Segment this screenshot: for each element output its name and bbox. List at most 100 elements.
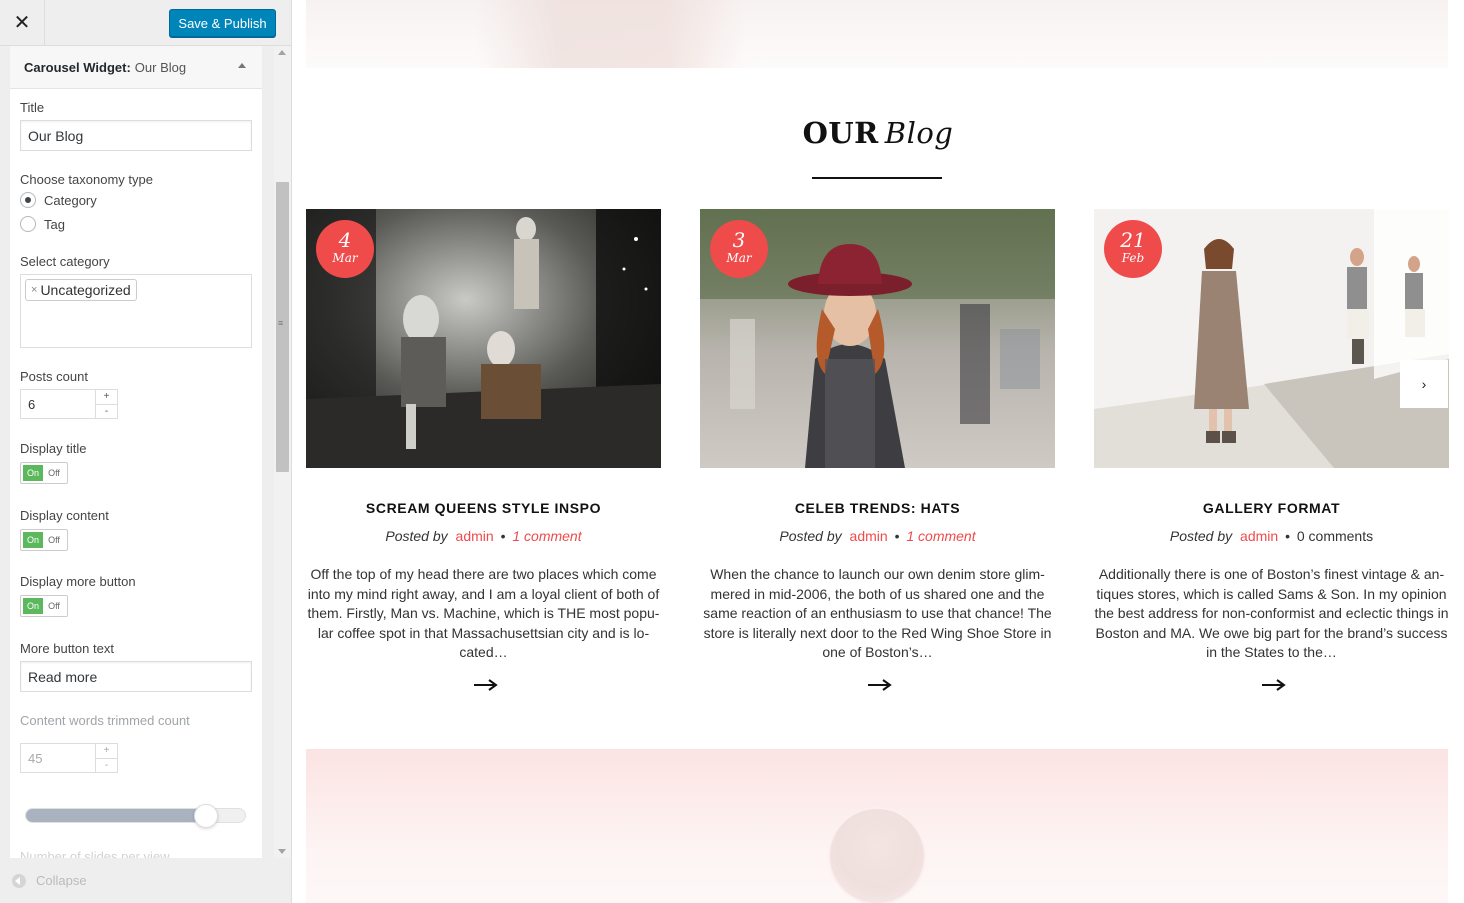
scroll-down-icon[interactable] <box>278 849 286 854</box>
section-title-bold: OUR <box>802 116 879 150</box>
more-text-input[interactable]: Read more <box>20 661 252 692</box>
decrement-button[interactable]: - <box>96 405 117 419</box>
toggle-off[interactable]: Off <box>43 532 65 548</box>
toggle-off[interactable]: Off <box>43 598 65 614</box>
slides-label: Number of slides per view <box>20 849 170 858</box>
read-more-arrow-icon[interactable] <box>1262 678 1286 692</box>
post-thumbnail[interactable]: 4 Mar <box>306 209 661 468</box>
trim-count-input[interactable]: 45 <box>20 743 96 773</box>
date-month: Mar <box>726 251 752 265</box>
author-link[interactable]: admin <box>1240 528 1278 544</box>
scroll-up-icon[interactable] <box>278 50 286 55</box>
sidebar-scrollbar[interactable]: ≡ <box>274 46 291 858</box>
post-title[interactable]: CELEB TRENDS: HATS <box>700 500 1055 516</box>
display-content-toggle[interactable]: On Off <box>20 529 68 551</box>
meta-separator: • <box>500 528 506 544</box>
customizer-header: ✕ Save & Publish <box>0 0 291 46</box>
toggle-off[interactable]: Off <box>43 465 65 481</box>
customizer-sidebar: ✕ Save & Publish Carousel Widget: Our Bl… <box>0 0 292 903</box>
posts-count-label: Posts count <box>20 369 88 384</box>
carousel-next-button[interactable]: › <box>1400 360 1448 408</box>
site-preview: OUR Blog 4 Mar SCREAM QUEENS STYLE INSPO… <box>292 0 1464 903</box>
comments-link[interactable]: 1 comment <box>906 528 975 544</box>
category-group: Select category × Uncategorized <box>20 254 252 348</box>
slider-handle[interactable] <box>193 804 218 828</box>
title-label: Title <box>20 100 45 115</box>
display-title-toggle[interactable]: On Off <box>20 462 68 484</box>
read-more-arrow-icon[interactable] <box>868 678 892 692</box>
increment-button[interactable]: + <box>96 390 117 405</box>
radio-icon[interactable] <box>20 216 36 232</box>
more-text-label: More button text <box>20 641 114 656</box>
slides-group: Number of slides per view <box>20 849 252 858</box>
testimonial-section <box>306 749 1448 903</box>
save-publish-button[interactable]: Save & Publish <box>169 9 276 37</box>
taxonomy-label: Choose taxonomy type <box>20 172 153 187</box>
more-text-group: More button text Read more <box>20 641 252 692</box>
radio-tag[interactable]: Tag <box>20 213 252 235</box>
chevron-right-icon: › <box>1421 376 1427 392</box>
meta-separator: • <box>1285 528 1290 544</box>
category-chip[interactable]: × Uncategorized <box>25 279 137 301</box>
category-label: Select category <box>20 254 110 269</box>
post-excerpt: Additionally there is one of Boston’s fi… <box>1094 566 1449 660</box>
display-more-group: Display more button On Off <box>20 574 252 617</box>
radio-category-label: Category <box>44 192 97 208</box>
date-badge: 4 Mar <box>316 220 374 278</box>
date-month: Feb <box>1121 251 1145 265</box>
trim-count-slider[interactable] <box>25 804 246 828</box>
date-badge: 3 Mar <box>710 220 768 278</box>
decrement-button[interactable]: - <box>96 759 117 773</box>
toggle-on[interactable]: On <box>23 598 43 614</box>
post-meta: Posted by admin • 1 comment <box>306 528 661 544</box>
trim-count-label: Content words trimmed count <box>20 713 190 728</box>
close-icon[interactable]: ✕ <box>0 0 45 45</box>
trim-count-stepper: 45 + - <box>20 743 252 773</box>
comments-link[interactable]: 0 comments <box>1297 528 1373 544</box>
post-excerpt: When the chance to launch our own denim … <box>703 566 1052 660</box>
post-thumbnail[interactable]: 3 Mar <box>700 209 1055 468</box>
date-day: 21 <box>1120 228 1146 252</box>
post-excerpt: Off the top of my head there are two pla… <box>307 566 660 660</box>
taxonomy-group: Choose taxonomy type Category Tag <box>20 172 252 235</box>
author-link[interactable]: admin <box>850 528 888 544</box>
grip-icon: ≡ <box>278 318 284 328</box>
date-badge: 21 Feb <box>1104 220 1162 278</box>
increment-button[interactable]: + <box>96 744 117 759</box>
toggle-on[interactable]: On <box>23 532 43 548</box>
widget-subtitle: Our Blog <box>134 59 187 75</box>
post-title[interactable]: SCREAM QUEENS STYLE INSPO <box>306 500 661 516</box>
hero-image-strip <box>306 0 1448 68</box>
comments-link[interactable]: 1 comment <box>512 528 581 544</box>
category-select[interactable]: × Uncategorized <box>20 274 252 348</box>
display-title-label: Display title <box>20 441 87 456</box>
posted-by: Posted by <box>385 528 448 544</box>
display-title-group: Display title On Off <box>20 441 252 484</box>
radio-icon[interactable] <box>20 192 36 208</box>
post-meta: Posted by admin • 1 comment <box>700 528 1055 544</box>
date-day: 3 <box>732 228 746 252</box>
post-meta: Posted by admin • 0 comments <box>1094 528 1449 544</box>
posts-count-input[interactable]: 6 <box>20 389 96 419</box>
date-day: 4 <box>338 228 352 252</box>
title-input[interactable]: Our Blog <box>20 120 252 151</box>
date-month: Mar <box>332 251 358 265</box>
avatar <box>828 807 926 903</box>
slider-fill <box>26 809 206 822</box>
toggle-on[interactable]: On <box>23 465 43 481</box>
author-link[interactable]: admin <box>456 528 494 544</box>
radio-category[interactable]: Category <box>20 189 252 211</box>
post-title[interactable]: GALLERY FORMAT <box>1094 500 1449 516</box>
collapse-button[interactable]: Collapse <box>0 858 291 903</box>
widget-header[interactable]: Carousel Widget: Our Blog <box>10 46 262 89</box>
display-content-label: Display content <box>20 508 109 523</box>
trim-count-group: Content words trimmed count 45 + - <box>20 713 252 773</box>
posts-count-group: Posts count 6 + - <box>20 369 252 419</box>
read-more-arrow-icon[interactable] <box>474 678 498 692</box>
collapse-label: Collapse <box>36 873 87 888</box>
chip-remove-icon[interactable]: × <box>31 284 37 296</box>
collapse-arrow-icon[interactable] <box>238 63 246 68</box>
post-thumbnail[interactable]: 21 Feb <box>1094 209 1449 468</box>
display-more-toggle[interactable]: On Off <box>20 595 68 617</box>
collapse-icon <box>12 873 26 888</box>
